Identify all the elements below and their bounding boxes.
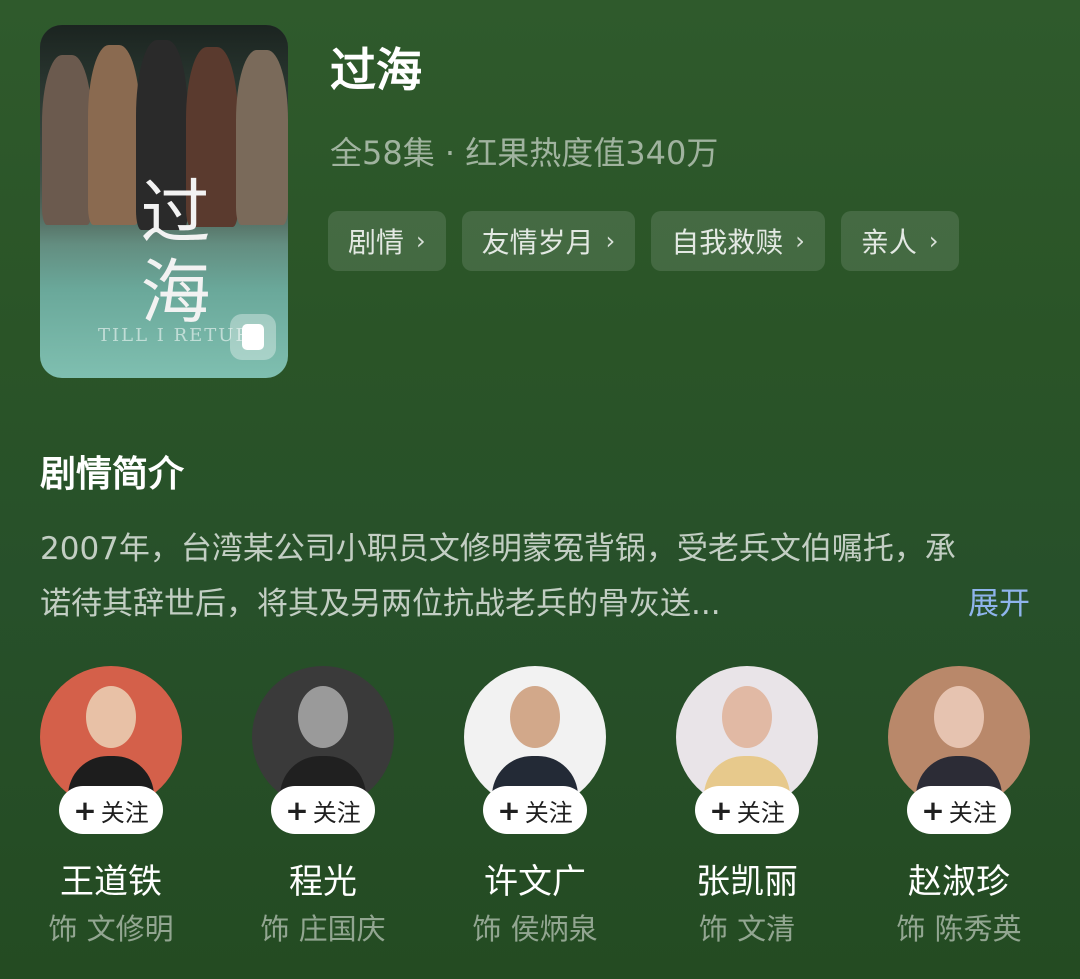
actor-role: 饰 侯炳泉 (472, 912, 598, 946)
chevron-right-icon: › (416, 227, 426, 255)
synopsis-heading: 剧情简介 (40, 454, 185, 495)
follow-label: 关注 (312, 798, 361, 827)
tag-button[interactable]: 亲人 › (840, 211, 959, 271)
chevron-right-icon: › (605, 227, 616, 255)
show-poster[interactable]: 过海 TILL I RETUR (40, 25, 288, 378)
video-icon (230, 314, 276, 360)
chevron-right-icon: › (928, 227, 939, 255)
tag-label: 友情岁月 (481, 226, 594, 259)
tag-button[interactable]: 剧情 › (328, 211, 446, 271)
plus-icon: + (921, 793, 945, 827)
tag-button[interactable]: 自我救赎 › (651, 211, 825, 271)
tag-label: 自我救赎 (671, 226, 784, 259)
follow-label: 关注 (736, 798, 785, 827)
show-meta: 全58集 · 红果热度值340万 (330, 134, 719, 172)
plus-icon: + (497, 793, 521, 827)
actor-role: 饰 文清 (698, 912, 796, 946)
plus-icon: + (709, 793, 733, 827)
expand-button[interactable]: 展开 (968, 577, 1030, 632)
follow-button[interactable]: + 关注 (59, 786, 163, 834)
poster-english-title: TILL I RETUR (98, 325, 251, 346)
follow-button[interactable]: + 关注 (907, 786, 1011, 834)
genre-tags: 剧情 › 友情岁月 › 自我救赎 › 亲人 › (328, 211, 959, 271)
poster-title-art: 过海 (129, 175, 211, 335)
tag-label: 亲人 (860, 226, 917, 259)
tag-label: 剧情 (348, 226, 405, 259)
follow-label: 关注 (524, 798, 573, 827)
plus-icon: + (285, 793, 309, 827)
follow-button[interactable]: + 关注 (483, 786, 587, 834)
actor-name: 赵淑珍 (908, 862, 1010, 902)
follow-label: 关注 (100, 798, 149, 827)
actor-name: 程光 (289, 862, 357, 902)
actor-name: 王道铁 (60, 862, 162, 902)
actor-name: 许文广 (484, 862, 586, 902)
actor-role: 饰 庄国庆 (260, 912, 386, 946)
synopsis-text: 2007年，台湾某公司小职员文修明蒙冤背锅，受老兵文伯嘱托，承诺待其辞世后，将其… (40, 531, 956, 622)
actor-role: 饰 陈秀英 (896, 912, 1022, 946)
follow-button[interactable]: + 关注 (271, 786, 375, 834)
actor-role: 饰 文修明 (48, 912, 174, 946)
plus-icon: + (73, 793, 97, 827)
chevron-right-icon: › (795, 227, 805, 255)
tag-button[interactable]: 友情岁月 › (461, 211, 636, 271)
follow-button[interactable]: + 关注 (695, 786, 799, 834)
show-title: 过海 (330, 43, 422, 97)
actor-name: 张凯丽 (696, 862, 798, 902)
follow-label: 关注 (948, 798, 997, 827)
